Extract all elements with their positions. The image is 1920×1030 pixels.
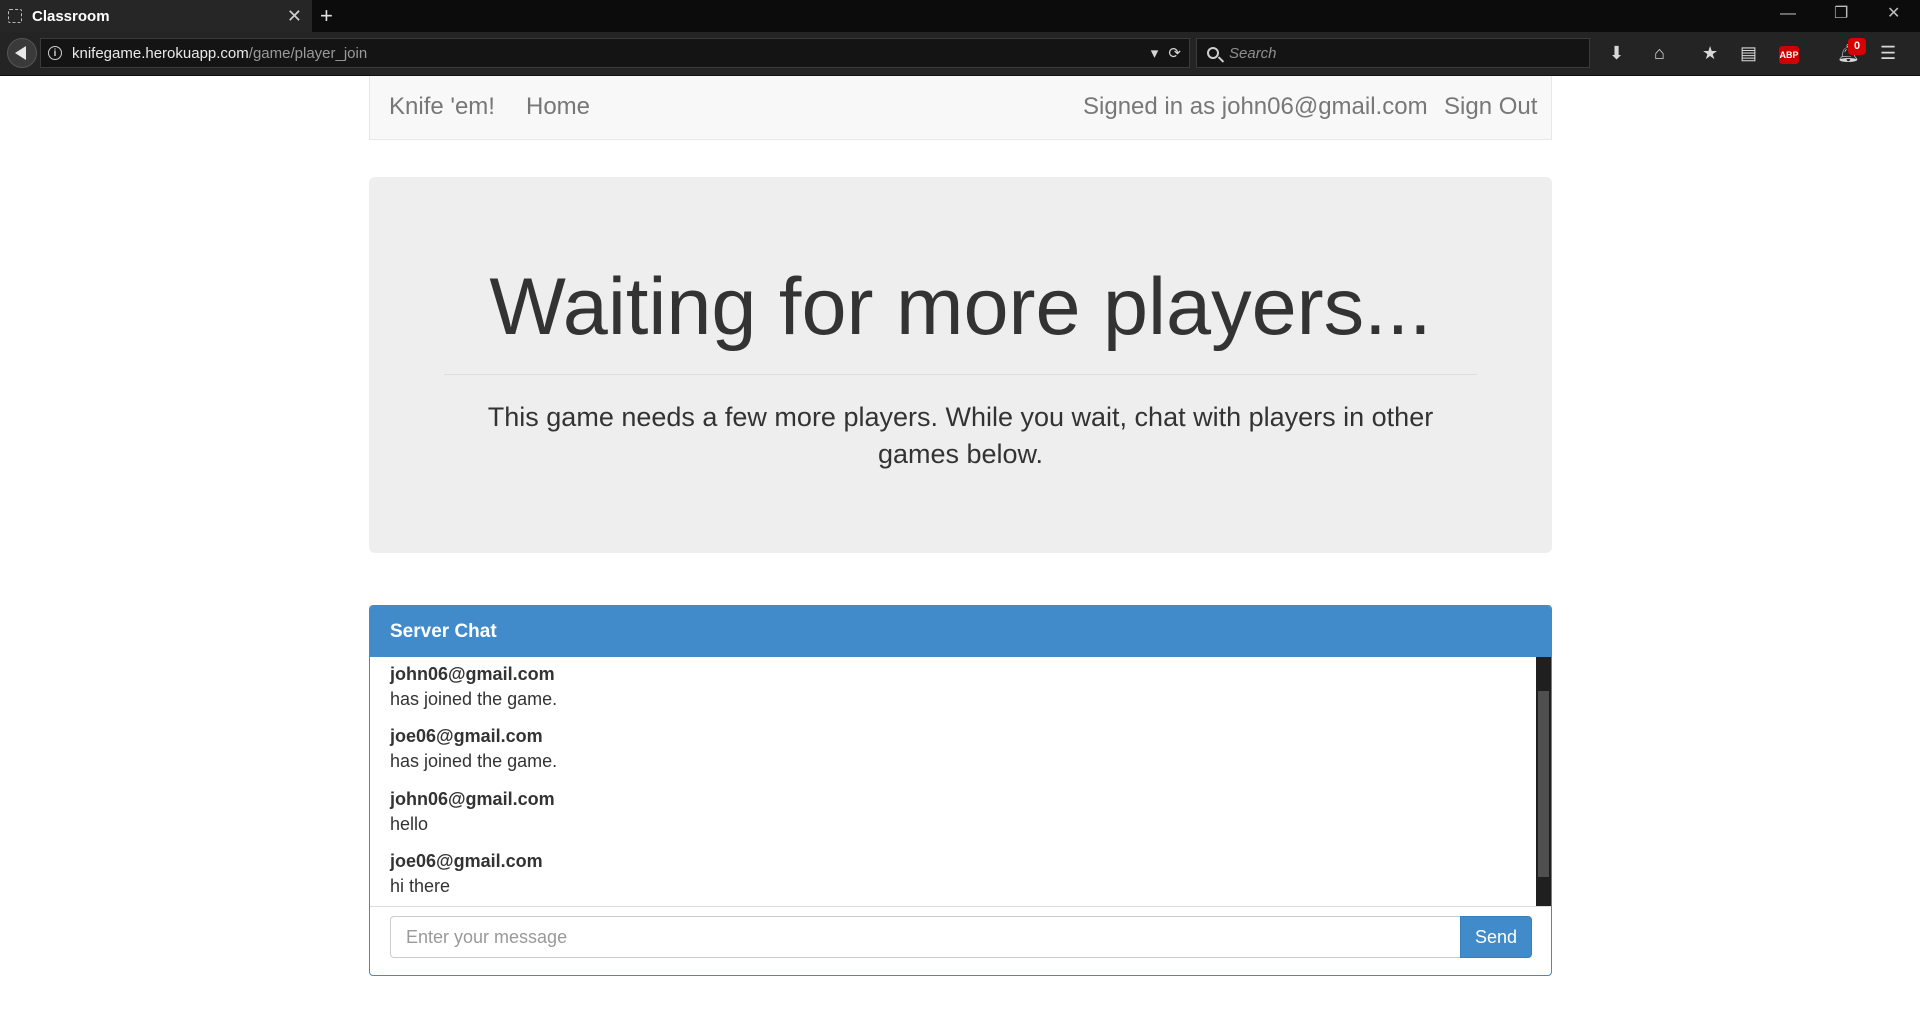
- chat-scrollbar[interactable]: [1536, 657, 1551, 906]
- server-chat-panel: Server Chat john06@gmail.com has joined …: [369, 605, 1552, 976]
- chat-message: joe06@gmail.com has joined the game.: [390, 724, 557, 774]
- chat-message-author: joe06@gmail.com: [390, 726, 543, 746]
- reload-icon[interactable]: ⟳: [1168, 45, 1181, 62]
- chat-message: joe06@gmail.com hi there: [390, 849, 543, 899]
- waiting-description: This game needs a few more players. Whil…: [487, 402, 1434, 469]
- address-bar[interactable]: i knifegame.herokuapp.com/game/player_jo…: [40, 38, 1190, 68]
- sign-out-link[interactable]: Sign Out: [1444, 93, 1537, 121]
- download-icon[interactable]: ⬇: [1609, 42, 1624, 64]
- chat-input-row: Send: [370, 906, 1551, 975]
- tab-favicon-icon: [8, 9, 22, 23]
- site-navbar: Knife 'em! Home Signed in as john06@gmai…: [369, 76, 1552, 140]
- chat-message-text: has joined the game.: [390, 751, 558, 771]
- chat-message-author: joe06@gmail.com: [390, 851, 543, 871]
- new-tab-button[interactable]: +: [320, 3, 333, 29]
- message-input[interactable]: [390, 916, 1460, 958]
- url-path: /game/player_join: [248, 44, 368, 62]
- nav-home-link[interactable]: Home: [526, 93, 590, 121]
- chat-scrollbar-thumb[interactable]: [1538, 691, 1549, 877]
- chat-messages[interactable]: john06@gmail.com has joined the game. jo…: [370, 657, 1551, 907]
- menu-icon[interactable]: ☰: [1880, 42, 1896, 64]
- dropdown-icon[interactable]: ▾: [1151, 45, 1159, 62]
- chat-message-text: hello: [390, 814, 429, 834]
- browser-tab[interactable]: Classroom ✕: [0, 0, 312, 32]
- browser-titlebar: Classroom ✕ + — ❐ ✕: [0, 0, 1920, 32]
- search-placeholder: Search: [1229, 44, 1277, 62]
- divider: [444, 374, 1477, 375]
- url-host: knifegame.herokuapp.com: [72, 44, 249, 62]
- chat-message-text: has joined the game.: [390, 689, 558, 709]
- reading-list-icon[interactable]: ▤: [1740, 42, 1757, 64]
- page-title: Waiting for more players...: [489, 262, 1432, 352]
- notification-badge: 0: [1848, 38, 1866, 55]
- adblock-icon[interactable]: ABP: [1779, 46, 1799, 64]
- window-minimize-button[interactable]: —: [1780, 4, 1796, 24]
- home-icon[interactable]: ⌂: [1654, 42, 1665, 64]
- window-close-button[interactable]: ✕: [1887, 4, 1900, 24]
- back-icon[interactable]: [7, 38, 37, 68]
- chat-message: john06@gmail.com hello: [390, 787, 555, 837]
- chat-message: john06@gmail.com has joined the game.: [390, 662, 557, 712]
- tab-close-icon[interactable]: ✕: [287, 7, 302, 25]
- url-actions: ▾ ⟳: [1151, 44, 1181, 62]
- tab-title: Classroom: [32, 7, 110, 25]
- chat-message-text: hi there: [390, 876, 451, 896]
- brand-link[interactable]: Knife 'em!: [389, 93, 495, 121]
- window-restore-button[interactable]: ❐: [1834, 4, 1848, 24]
- search-icon: [1207, 47, 1219, 59]
- browser-toolbar: i knifegame.herokuapp.com/game/player_jo…: [0, 32, 1920, 76]
- chat-message-author: john06@gmail.com: [390, 664, 555, 684]
- signed-in-text: Signed in as john06@gmail.com: [1083, 93, 1428, 120]
- waiting-jumbotron: Waiting for more players... This game ne…: [369, 177, 1552, 553]
- send-button[interactable]: Send: [1460, 916, 1532, 958]
- chat-message-author: john06@gmail.com: [390, 789, 555, 809]
- search-bar[interactable]: Search: [1196, 38, 1590, 68]
- info-icon[interactable]: i: [48, 46, 62, 60]
- bookmark-star-icon[interactable]: ★: [1702, 42, 1718, 64]
- chat-heading: Server Chat: [370, 606, 1551, 657]
